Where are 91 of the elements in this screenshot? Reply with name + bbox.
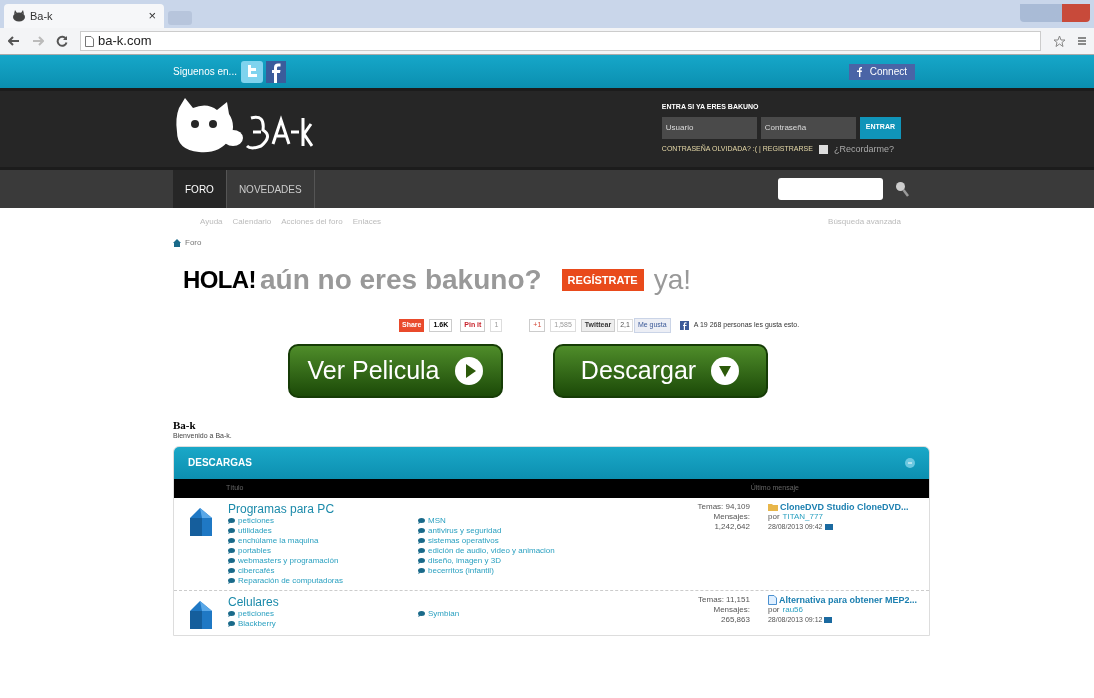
cat-icon [12,10,26,22]
site-name: Ba-k [173,420,197,431]
subforum-link[interactable]: enchúlame la maquina [238,535,319,546]
sub-link[interactable]: Calendario [232,216,272,228]
password-field[interactable]: Contraseña [760,116,856,139]
download-button[interactable]: Descargar [553,344,768,398]
by-label: por [768,511,780,522]
forum-title-link[interactable]: Programas para PC [228,501,658,516]
message-label: Mensajes: [713,511,750,522]
subforum-link[interactable]: webmasters y programación [238,555,339,566]
speech-bubble-icon [418,567,425,574]
speech-bubble-icon [418,527,425,534]
menu-icon[interactable] [1078,36,1086,46]
subforum-link[interactable]: Reparación de computadoras [238,575,343,586]
facebook-icon [856,66,862,77]
headline-text: aún no eres bakuno? [260,263,542,297]
subforum-link[interactable]: utilidades [238,525,272,536]
facebook-icon[interactable] [265,60,286,83]
speech-bubble-icon [418,610,425,617]
advanced-search-link[interactable]: Búsqueda avanzada [828,216,901,228]
subforum-link[interactable]: portables [238,545,271,556]
search-icon[interactable] [895,181,909,197]
facebook-icon [679,320,689,330]
speech-bubble-icon [228,547,235,554]
arrow-down-icon [710,356,741,386]
nav-tab[interactable]: FORO [173,170,227,208]
subforum-link[interactable]: MSN [428,515,446,526]
star-icon[interactable] [1053,34,1066,48]
subforum-link[interactable]: diseño, imagen y 3D [428,555,501,566]
speech-bubble-icon [418,557,425,564]
subforum-link[interactable]: antivirus y seguridad [428,525,502,536]
speech-bubble-icon [228,577,235,584]
last-post-link[interactable]: Alternativa para obtener MEP2... [778,594,917,605]
speech-bubble-icon [228,610,235,617]
headline-text: ya! [653,263,692,297]
message-count: 1,242,642 [714,521,750,532]
sub-link[interactable]: Enlaces [352,216,382,228]
subforum-link[interactable]: Symbian [428,608,460,619]
home-icon[interactable] [173,239,181,247]
category-title: DESCARGAS [188,456,252,470]
last-post-link[interactable]: CloneDVD Studio CloneDVD... [780,501,909,512]
user-link[interactable]: rau56 [782,604,803,615]
close-tab-button[interactable]: × [148,6,156,26]
facebook-connect-button[interactable]: Connect [848,63,915,80]
browser-tab[interactable]: Ba-k × [4,4,164,28]
speech-bubble-icon [228,527,235,534]
go-to-post-icon[interactable] [824,523,833,530]
speech-bubble-icon [418,517,425,524]
folder-icon [768,502,778,511]
nav-tab[interactable]: NOVEDADES [226,170,315,208]
sub-link[interactable]: Ayuda [200,216,223,228]
subforum-link[interactable]: edición de audio, video y animacion [428,545,555,556]
speech-bubble-icon [418,537,425,544]
follow-text: Siguenos en... [173,65,237,79]
message-label: Mensajes: [713,604,750,615]
search-field[interactable] [778,178,883,200]
subforum-link[interactable]: cibercafés [238,565,275,576]
speech-bubble-icon [228,567,235,574]
speech-bubble-icon [228,517,235,524]
topic-count: Temas: 94,109 [697,501,750,512]
subforum-link[interactable]: peticiones [238,608,275,619]
user-link[interactable]: TITAN_777 [782,511,823,522]
speech-bubble-icon [228,557,235,564]
subforum-link[interactable]: peticiones [238,515,275,526]
register-button[interactable]: REGÍSTRATE [561,269,644,291]
remember-checkbox[interactable] [818,144,828,154]
remember-label: ¿Recordarme? [833,142,894,156]
subforum-link[interactable]: Blackberry [238,618,276,629]
subforum-link[interactable]: becerritos (infantil) [428,565,494,576]
message-count: 265,863 [721,614,750,625]
tab-title: Ba-k [30,8,54,24]
headline-text: HOLA! [183,265,256,295]
forum-title-link[interactable]: Celulares [228,594,658,609]
watch-movie-button[interactable]: Ver Pelicula [288,344,503,398]
back-icon[interactable] [8,36,20,46]
username-field[interactable]: Usuario [661,116,757,139]
speech-bubble-icon [418,547,425,554]
topic-count: Temas: 11,151 [698,594,750,605]
subforum-link[interactable]: sistemas operativos [428,535,499,546]
url-text: ba-k.com [98,32,152,51]
speech-bubble-icon [228,620,235,627]
by-label: por [767,604,780,615]
document-icon [767,594,777,605]
reload-icon[interactable] [56,35,68,47]
breadcrumb-link[interactable]: Foro [185,237,202,249]
twitter-icon[interactable] [240,60,263,83]
speech-bubble-icon [228,537,235,544]
address-bar[interactable]: ba-k.com [80,31,1041,51]
play-icon [453,356,484,386]
page-icon [85,35,94,47]
go-to-post-icon[interactable] [824,616,833,623]
